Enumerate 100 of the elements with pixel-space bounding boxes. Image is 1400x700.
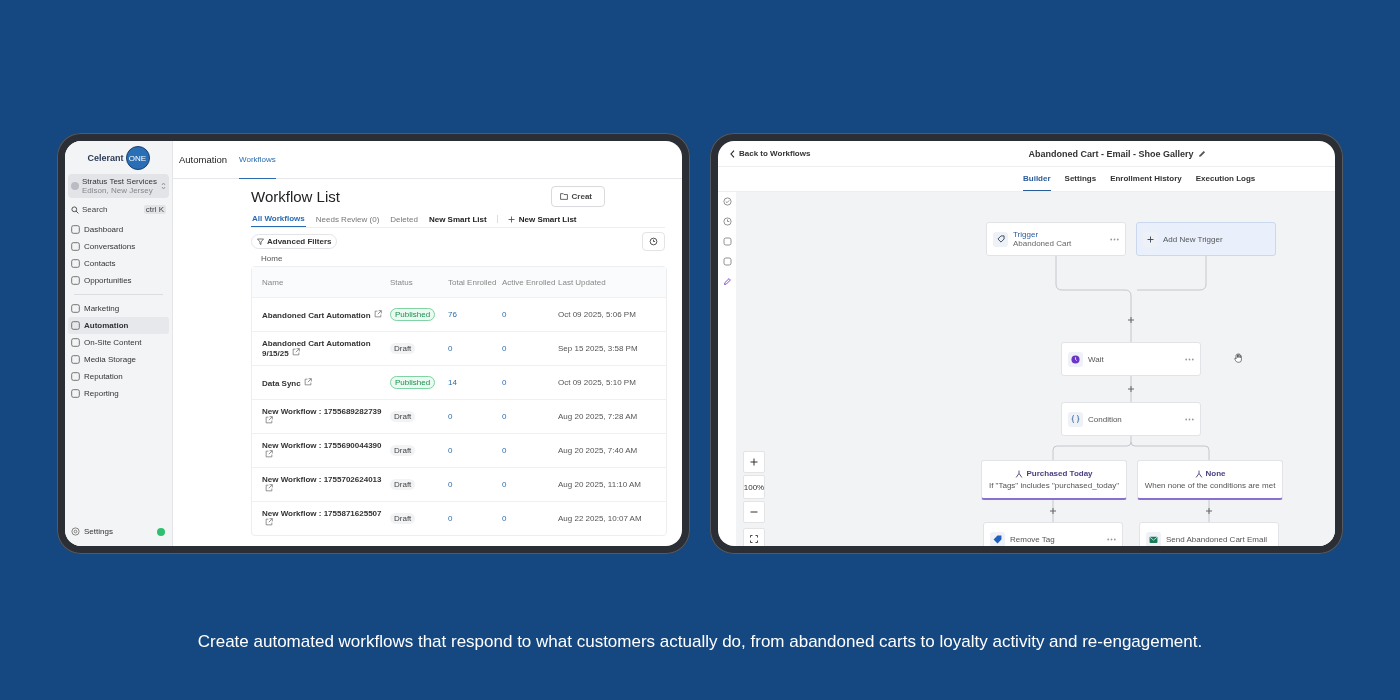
square-icon[interactable] (722, 237, 732, 246)
tab[interactable]: Enrollment History (1110, 168, 1182, 190)
back-link[interactable]: Back to Workflows (730, 149, 811, 158)
table-cell-text: 0 (502, 480, 508, 489)
logo-badge: ONE (125, 146, 150, 170)
envelope-icon (1149, 534, 1158, 544)
history-button[interactable] (642, 232, 665, 251)
pencil-icon[interactable] (722, 277, 732, 286)
tab[interactable]: Workflows (239, 141, 276, 179)
branch-node[interactable]: Purchased Today If "Tags" includes "purchased_today" (981, 460, 1127, 500)
table-cell-text: 0 (448, 412, 454, 421)
condition-node[interactable]: Condition (1061, 402, 1201, 436)
add-step-icon[interactable] (1205, 507, 1213, 515)
account-switcher[interactable]: Stratus Test Services Edison, New Jersey (68, 174, 169, 198)
sidebar-item[interactable]: Opportunities (68, 272, 169, 289)
search-icon (71, 205, 79, 214)
add-step-icon[interactable] (1127, 385, 1135, 393)
table-cell-text: 0 (448, 344, 454, 353)
more-icon[interactable] (1107, 537, 1116, 541)
sidebar-item[interactable]: Contacts (68, 255, 169, 272)
add-trigger-button[interactable]: Add New Trigger (1136, 222, 1276, 256)
add-smart-list-button[interactable]: New Smart List (506, 211, 578, 227)
braces-icon (1071, 415, 1080, 423)
workflow-title: Abandoned Cart - Email - Shoe Gallery (1028, 148, 1194, 159)
branch-condition: If "Tags" includes "purchased_today" (988, 481, 1120, 490)
status-badge: Draft (390, 513, 416, 524)
workflow-name-link[interactable]: Data Sync (252, 377, 390, 388)
sidebar-item[interactable]: Reputation (68, 368, 169, 385)
tab[interactable]: Settings (1064, 168, 1097, 190)
add-step-icon[interactable] (1049, 507, 1057, 515)
status-badge: Draft (390, 445, 416, 456)
collapse-button[interactable] (157, 527, 165, 536)
table-cell-text: Aug 20 2025, 11:10 AM (558, 480, 643, 489)
section-title: Automation (179, 154, 228, 165)
tab[interactable]: Needs Review (0) (314, 211, 381, 227)
sidebar-item[interactable]: Media Storage (68, 351, 169, 368)
workflow-name-link[interactable]: New Workflow : 1755689282739 (252, 407, 390, 426)
square-icon[interactable] (722, 257, 732, 266)
table-cell-text: 0 (502, 344, 508, 353)
breadcrumb: Home (261, 254, 284, 263)
status-badge: Draft (390, 479, 416, 490)
external-link-icon (303, 377, 312, 386)
plus-icon (750, 458, 758, 466)
more-icon[interactable] (1185, 417, 1194, 421)
workflow-name-link[interactable]: New Workflow : 1755871625507 (252, 509, 390, 528)
branch-icon (1194, 469, 1203, 478)
wait-node[interactable]: Wait (1061, 342, 1201, 376)
column-header: Last Updated (558, 277, 607, 287)
table-cell-text: Aug 22 2025, 10:07 AM (558, 514, 643, 523)
tab[interactable]: All Workflows (251, 211, 306, 227)
sidebar-item[interactable]: Reporting (68, 385, 169, 402)
fit-view-button[interactable] (743, 528, 765, 546)
table-cell-text: 14 (448, 378, 458, 387)
expand-icon (750, 535, 758, 543)
filter-icon (257, 238, 264, 245)
clock-icon (1071, 354, 1080, 364)
tab[interactable]: Deleted (389, 211, 419, 227)
table-cell-text: 76 (448, 310, 458, 319)
workflow-name-link[interactable]: Abandoned Cart Automation 9/15/25 (252, 339, 390, 358)
sidebar-item[interactable]: On-Site Content (68, 334, 169, 351)
minus-icon (750, 511, 758, 513)
sidebar-item[interactable]: Conversations (68, 238, 169, 255)
folder-icon (559, 192, 568, 200)
add-step-icon[interactable] (1127, 316, 1135, 324)
workflow-name-link[interactable]: Abandoned Cart Automation (252, 309, 390, 320)
branch-node[interactable]: None When none of the conditions are met (1137, 460, 1283, 500)
check-circle-icon[interactable] (722, 197, 732, 206)
settings-link[interactable]: Settings (68, 523, 116, 540)
trigger-node[interactable]: Trigger Abandoned Cart (986, 222, 1126, 256)
external-link-icon (265, 416, 273, 424)
search-field[interactable]: Search ctrl K (68, 202, 169, 217)
workflow-name-link[interactable]: New Workflow : 1755702624013 (252, 475, 390, 494)
clock-icon (649, 237, 658, 246)
clock-icon[interactable] (722, 217, 732, 226)
shortcut-hint: ctrl K (143, 205, 166, 214)
external-link-icon (291, 348, 300, 356)
create-button[interactable]: Creat (550, 185, 605, 207)
branch-icon (1015, 469, 1024, 478)
workflow-name-link[interactable]: New Workflow : 1755690044390 (252, 441, 390, 460)
zoom-in-button[interactable] (743, 451, 765, 473)
pencil-icon[interactable] (1198, 149, 1207, 158)
sidebar-item[interactable]: Dashboard (68, 221, 169, 238)
table-cell-text: 0 (448, 480, 454, 489)
table-cell-text: 0 (502, 446, 508, 455)
action-node[interactable]: Remove Tag (983, 522, 1123, 546)
column-header: Status (390, 277, 414, 287)
plus-icon (507, 215, 515, 223)
more-icon[interactable] (1110, 237, 1119, 241)
action-node[interactable]: Send Abandoned Cart Email (1139, 522, 1279, 546)
external-link-icon (265, 450, 273, 458)
zoom-out-button[interactable] (743, 501, 765, 523)
branch-title: None (1205, 469, 1226, 478)
tab[interactable]: Execution Logs (1195, 168, 1256, 190)
table-cell-text: Aug 20 2025, 7:28 AM (558, 412, 639, 421)
sidebar-item[interactable]: Automation (68, 317, 169, 334)
more-icon[interactable] (1185, 357, 1194, 361)
tab[interactable]: Builder (1023, 167, 1051, 191)
table-cell-text: Sep 15 2025, 3:58 PM (558, 344, 639, 353)
tab[interactable]: New Smart List (427, 211, 488, 227)
sidebar-item[interactable]: Marketing (68, 300, 169, 317)
